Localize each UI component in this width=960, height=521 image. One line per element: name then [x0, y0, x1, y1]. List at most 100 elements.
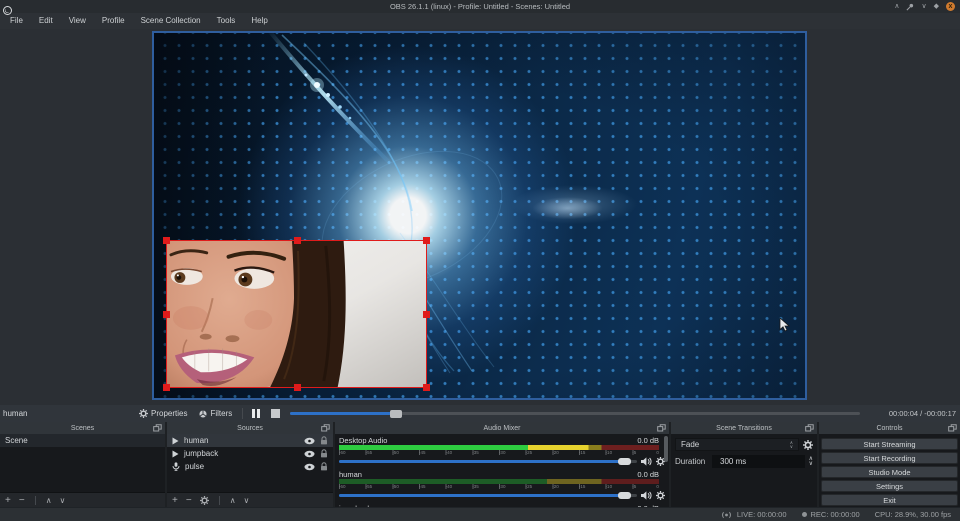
start-streaming-button[interactable]: Start Streaming [821, 438, 958, 450]
obs-window: OBS 26.1.1 (linux) - Profile: Untitled -… [0, 0, 960, 521]
media-seek-slider[interactable] [290, 405, 860, 422]
media-time: 00:00:04 / -00:00:17 [864, 409, 956, 418]
tick-label: 0 [656, 484, 659, 489]
add-scene-button[interactable]: + [5, 495, 11, 506]
resize-handle-bottom-right[interactable] [423, 384, 430, 391]
speaker-icon[interactable] [641, 491, 652, 500]
channel-level: 0.0 dB [637, 470, 659, 479]
scene-transitions-panel: Scene Transitions Fade ∧∨ Duration [671, 422, 817, 507]
transition-select[interactable]: Fade ∧∨ [675, 438, 799, 451]
gear-icon [139, 409, 148, 418]
close-icon[interactable]: x [946, 2, 955, 11]
duration-spinner-icon[interactable]: ∧∨ [809, 457, 813, 467]
visibility-eye-icon[interactable] [304, 463, 315, 471]
visibility-eye-icon[interactable] [304, 450, 315, 458]
resize-handle-bottom-left[interactable] [163, 384, 170, 391]
rec-status: REC: 00:00:00 [802, 510, 860, 519]
popout-icon[interactable] [805, 424, 814, 432]
scene-up-button[interactable]: ∧ [46, 496, 52, 505]
menubar: File Edit View Profile Scene Collection … [0, 13, 960, 29]
lock-icon[interactable] [320, 436, 328, 445]
sources-title: Sources [237, 425, 263, 432]
scenes-panel: Scenes Scene + − ∧ ∨ [0, 422, 165, 507]
tick-label: 0 [656, 450, 659, 455]
pause-button[interactable] [247, 409, 265, 418]
properties-button[interactable]: Properties [133, 409, 193, 418]
resize-handle-bottom-middle[interactable] [294, 384, 301, 391]
selected-source-name: human [3, 409, 133, 418]
filters-icon [199, 410, 207, 418]
controls-panel: Controls Start Streaming Start Recording… [819, 422, 960, 507]
start-recording-button[interactable]: Start Recording [821, 452, 958, 464]
mic-icon [172, 462, 180, 471]
remove-scene-button[interactable]: − [19, 495, 25, 506]
channel-name: jumpback [339, 504, 371, 508]
mouse-cursor [779, 318, 790, 332]
menu-scene-collection[interactable]: Scene Collection [133, 13, 209, 29]
popout-icon[interactable] [657, 424, 666, 432]
stop-button[interactable] [271, 409, 280, 418]
source-up-button[interactable]: ∧ [230, 496, 236, 505]
add-source-button[interactable]: + [172, 495, 178, 506]
settings-button[interactable]: Settings [821, 480, 958, 492]
resize-handle-top-left[interactable] [163, 237, 170, 244]
sources-panel: Sources human jumpback [167, 422, 333, 507]
studio-mode-button[interactable]: Studio Mode [821, 466, 958, 478]
menu-tools[interactable]: Tools [209, 13, 244, 29]
maximize-icon[interactable]: ◆ [934, 0, 939, 13]
menu-profile[interactable]: Profile [94, 13, 133, 29]
shade-icon[interactable]: ∨ [921, 0, 926, 13]
source-item-human[interactable]: human [167, 434, 333, 447]
source-item-jumpback[interactable]: jumpback [167, 447, 333, 460]
scene-item[interactable]: Scene [0, 434, 165, 447]
combo-spinner-icon[interactable]: ∧∨ [790, 441, 793, 448]
lock-icon[interactable] [320, 462, 328, 471]
duration-input[interactable]: 300 ms [712, 455, 805, 468]
source-properties-gear-icon[interactable] [200, 496, 209, 505]
transition-gear-icon[interactable] [803, 440, 813, 450]
speaker-icon[interactable] [641, 457, 652, 466]
gear-icon[interactable] [656, 491, 665, 500]
popout-icon[interactable] [948, 424, 957, 432]
statusbar: LIVE: 00:00:00 REC: 00:00:00 CPU: 28.9%,… [0, 507, 960, 521]
controls-title: Controls [876, 425, 902, 432]
channel-name: Desktop Audio [339, 436, 387, 445]
remove-source-button[interactable]: − [186, 495, 192, 506]
fader-handle[interactable] [618, 492, 631, 499]
preview-area [0, 29, 960, 405]
audio-mixer-panel: Audio Mixer Desktop Audio 0.0 dB -60-55-… [335, 422, 669, 507]
filters-button[interactable]: Filters [193, 409, 238, 418]
popout-icon[interactable] [153, 424, 162, 432]
seek-progress [290, 412, 395, 415]
titlebar: OBS 26.1.1 (linux) - Profile: Untitled -… [0, 0, 960, 13]
menu-help[interactable]: Help [243, 13, 275, 29]
source-toolbar: human Properties Filters 00:00:04 / -00:… [0, 405, 960, 422]
preview-canvas[interactable] [152, 31, 807, 400]
source-down-button[interactable]: ∨ [244, 496, 250, 505]
resize-handle-middle-left[interactable] [163, 311, 170, 318]
resize-handle-middle-right[interactable] [423, 311, 430, 318]
visibility-eye-icon[interactable] [304, 437, 315, 445]
resize-handle-top-right[interactable] [423, 237, 430, 244]
source-item-pulse[interactable]: pulse [167, 460, 333, 473]
mixer-scrollbar[interactable] [664, 436, 668, 462]
keep-above-icon[interactable]: ∧ [894, 0, 899, 13]
menu-view[interactable]: View [61, 13, 94, 29]
resize-handle-top-middle[interactable] [294, 237, 301, 244]
pin-icon[interactable] [906, 3, 914, 11]
audio-mixer-title: Audio Mixer [484, 425, 521, 432]
obs-logo-icon [3, 2, 12, 20]
exit-button[interactable]: Exit [821, 494, 958, 506]
fader-handle[interactable] [618, 458, 631, 465]
popout-icon[interactable] [321, 424, 330, 432]
volume-fader[interactable] [339, 455, 637, 467]
volume-fader[interactable] [339, 489, 637, 501]
webcam-source-human[interactable] [166, 240, 427, 388]
scene-down-button[interactable]: ∨ [60, 496, 66, 505]
channel-name: human [339, 470, 362, 479]
menu-edit[interactable]: Edit [31, 13, 61, 29]
lock-icon[interactable] [320, 449, 328, 458]
media-source-icon [172, 450, 179, 458]
seek-handle[interactable] [390, 410, 402, 418]
mixer-channel-desktop-audio: Desktop Audio 0.0 dB -60-55-50-45-40-35-… [335, 435, 669, 467]
